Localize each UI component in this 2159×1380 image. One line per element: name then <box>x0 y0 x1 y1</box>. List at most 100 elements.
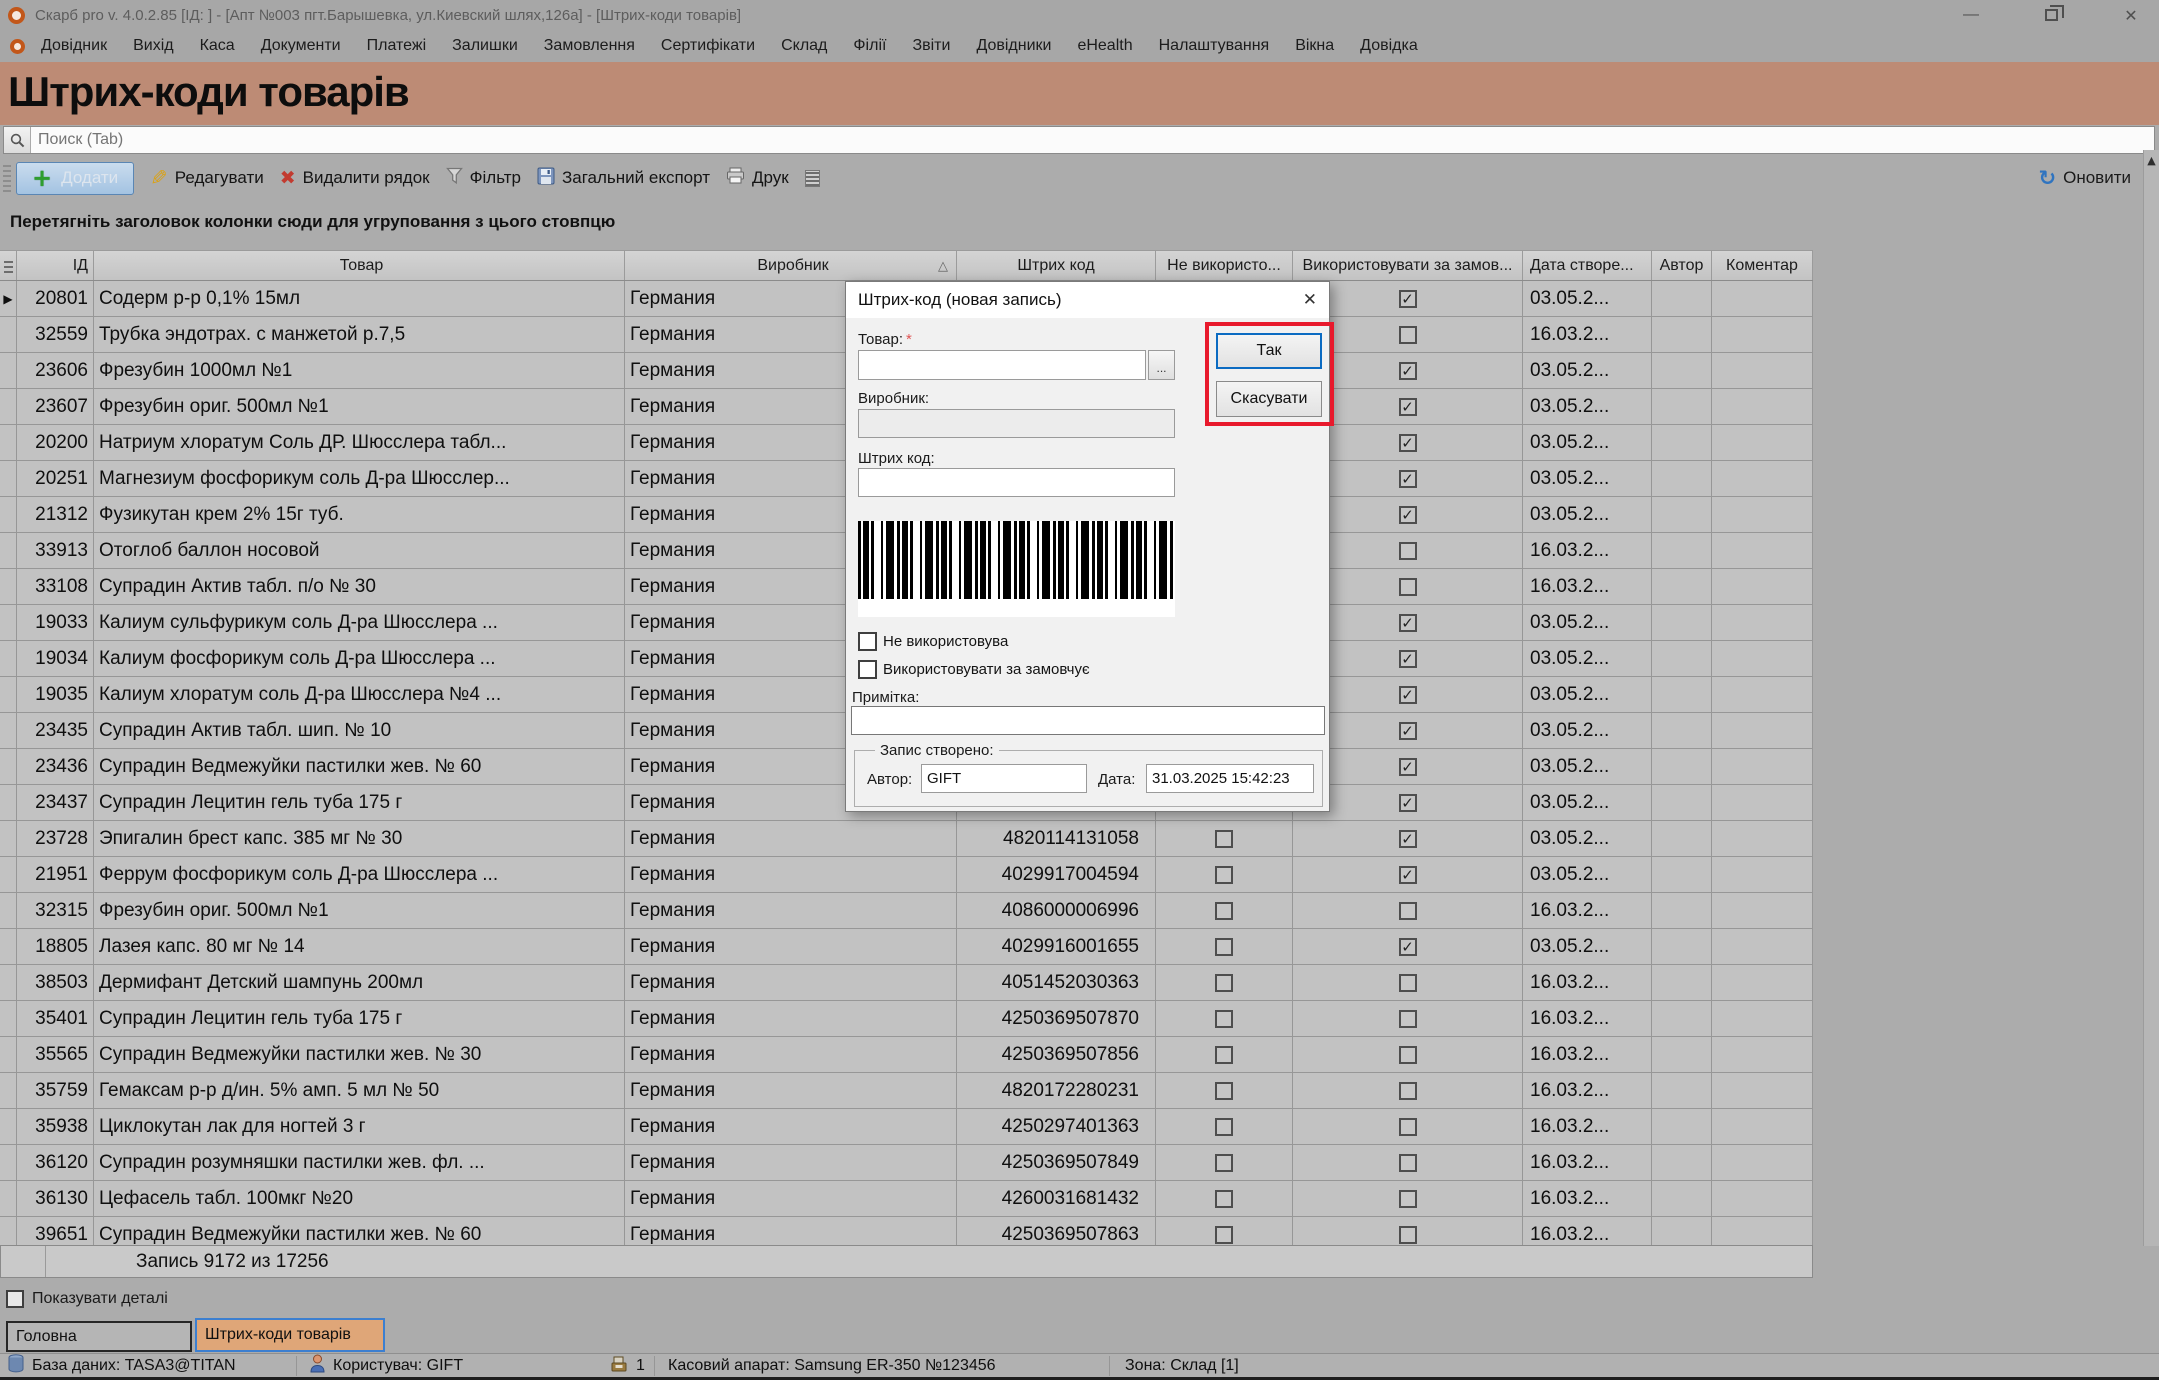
use-default-checkbox[interactable] <box>1399 1154 1417 1172</box>
column-header-use-default[interactable]: Використовувати за замов... <box>1293 251 1523 280</box>
table-row[interactable]: 38503 Дермифант Детский шампунь 200мл Ге… <box>0 965 1813 1001</box>
use-default-checkbox[interactable] <box>1399 398 1417 416</box>
not-used-dialog-checkbox[interactable]: Не використовува <box>858 632 1008 651</box>
menu-item-1[interactable]: Довідник <box>41 37 107 55</box>
tab-home[interactable]: Головна <box>6 1321 192 1352</box>
search-input[interactable] <box>31 128 2154 152</box>
menu-item-11[interactable]: Звіти <box>912 37 950 55</box>
delete-row-button[interactable]: ✖ Видалити рядок <box>280 167 430 189</box>
use-default-checkbox[interactable] <box>1399 1190 1417 1208</box>
table-row[interactable]: 32315 Фрезубин ориг. 500мл №1 Германия 4… <box>0 893 1813 929</box>
date-input[interactable] <box>1146 764 1314 793</box>
menu-item-13[interactable]: eHealth <box>1077 37 1132 55</box>
use-default-checkbox[interactable] <box>1399 902 1417 920</box>
dialog-close-icon[interactable]: ✕ <box>1303 290 1317 310</box>
menu-item-4[interactable]: Документи <box>261 37 341 55</box>
tab-product-barcodes[interactable]: Штрих-коди товарів <box>195 1318 385 1352</box>
product-input[interactable] <box>858 350 1146 380</box>
refresh-button[interactable]: ↻ Оновити <box>2039 158 2132 198</box>
not-used-checkbox[interactable] <box>1215 830 1233 848</box>
not-used-checkbox[interactable] <box>1215 1010 1233 1028</box>
use-default-checkbox[interactable] <box>1399 326 1417 344</box>
column-header-barcode[interactable]: Штрих код <box>957 251 1156 280</box>
edit-button[interactable]: ✎ Редагувати <box>150 166 264 190</box>
column-header-not-used[interactable]: Не використо... <box>1156 251 1293 280</box>
close-button[interactable]: ✕ <box>2117 4 2145 26</box>
menu-item-10[interactable]: Філії <box>853 37 886 55</box>
table-row[interactable]: 35401 Супрадин Лецитин гель туба 175 г Г… <box>0 1001 1813 1037</box>
use-default-checkbox[interactable] <box>1399 1046 1417 1064</box>
menu-item-5[interactable]: Платежі <box>367 37 427 55</box>
barcode-input[interactable] <box>858 468 1175 497</box>
use-default-checkbox[interactable] <box>1399 614 1417 632</box>
table-row[interactable]: 36130 Цефасель табл. 100мкг №20 Германия… <box>0 1181 1813 1217</box>
use-default-checkbox[interactable] <box>1399 686 1417 704</box>
not-used-checkbox[interactable] <box>1215 1190 1233 1208</box>
use-default-checkbox[interactable] <box>1399 542 1417 560</box>
table-row[interactable]: 39651 Супрадин Ведмежуйки пастилки жев. … <box>0 1217 1813 1245</box>
menu-item-15[interactable]: Вікна <box>1295 37 1334 55</box>
menu-item-7[interactable]: Замовлення <box>544 37 635 55</box>
column-header-manufacturer[interactable]: Виробник△ <box>625 251 957 280</box>
menu-item-14[interactable]: Налаштування <box>1159 37 1270 55</box>
use-default-checkbox[interactable] <box>1399 506 1417 524</box>
menu-item-3[interactable]: Каса <box>200 37 235 55</box>
table-row[interactable]: 18805 Лазея капс. 80 мг № 14 Германия 40… <box>0 929 1813 965</box>
author-input[interactable] <box>921 764 1087 793</box>
note-input[interactable] <box>851 706 1325 735</box>
table-row[interactable]: 21951 Феррум фосфорикум соль Д-ра Шюссле… <box>0 857 1813 893</box>
menu-item-16[interactable]: Довідка <box>1360 37 1418 55</box>
use-default-checkbox[interactable] <box>1399 866 1417 884</box>
use-default-checkbox[interactable] <box>1399 1226 1417 1244</box>
use-default-checkbox[interactable] <box>1399 938 1417 956</box>
export-button[interactable]: Загальний експорт <box>537 167 710 190</box>
not-used-checkbox[interactable] <box>1215 1226 1233 1244</box>
menu-item-2[interactable]: Вихід <box>133 37 174 55</box>
use-default-dialog-checkbox[interactable]: Використовувати за замовчує <box>858 660 1090 679</box>
show-details-checkbox[interactable]: Показувати деталі <box>6 1290 168 1308</box>
toolbar-grip[interactable] <box>3 164 11 192</box>
use-default-checkbox[interactable] <box>1399 758 1417 776</box>
use-default-checkbox[interactable] <box>1399 974 1417 992</box>
filter-button[interactable]: Фільтр <box>446 167 521 190</box>
restore-button[interactable] <box>2037 4 2065 26</box>
column-chooser-header[interactable] <box>0 251 17 280</box>
column-header-id[interactable]: ІД <box>17 251 94 280</box>
use-default-checkbox[interactable] <box>1399 722 1417 740</box>
table-row[interactable]: 35759 Гемаксам р-р д/ин. 5% амп. 5 мл № … <box>0 1073 1813 1109</box>
column-header-author[interactable]: Автор <box>1652 251 1712 280</box>
not-used-checkbox[interactable] <box>1215 974 1233 992</box>
use-default-checkbox[interactable] <box>1399 1082 1417 1100</box>
use-default-checkbox[interactable] <box>1399 470 1417 488</box>
not-used-checkbox[interactable] <box>1215 938 1233 956</box>
not-used-checkbox[interactable] <box>1215 1154 1233 1172</box>
add-button[interactable]: + Додати <box>16 162 134 195</box>
ok-button[interactable]: Так <box>1216 333 1322 369</box>
print-button[interactable]: Друк <box>726 167 789 189</box>
minimize-button[interactable]: — <box>1957 4 1985 26</box>
menu-item-6[interactable]: Залишки <box>452 37 518 55</box>
use-default-checkbox[interactable] <box>1399 650 1417 668</box>
column-header-comment[interactable]: Коментар <box>1712 251 1813 280</box>
vertical-scrollbar[interactable]: ▲ <box>2143 150 2159 1246</box>
use-default-checkbox[interactable] <box>1399 578 1417 596</box>
not-used-checkbox[interactable] <box>1215 902 1233 920</box>
not-used-checkbox[interactable] <box>1215 1082 1233 1100</box>
not-used-checkbox[interactable] <box>1215 1118 1233 1136</box>
column-header-created[interactable]: Дата створе... <box>1523 251 1652 280</box>
product-lookup-button[interactable]: ... <box>1148 350 1175 380</box>
column-list-icon[interactable] <box>805 170 820 187</box>
not-used-checkbox[interactable] <box>1215 866 1233 884</box>
use-default-checkbox[interactable] <box>1399 794 1417 812</box>
use-default-checkbox[interactable] <box>1399 1118 1417 1136</box>
table-row[interactable]: 35565 Супрадин Ведмежуйки пастилки жев. … <box>0 1037 1813 1073</box>
menu-item-8[interactable]: Сертифікати <box>661 37 755 55</box>
menu-item-9[interactable]: Склад <box>781 37 827 55</box>
table-row[interactable]: 36120 Супрадин розумняшки пастилки жев. … <box>0 1145 1813 1181</box>
use-default-checkbox[interactable] <box>1399 290 1417 308</box>
table-row[interactable]: 35938 Циклокутан лак для ногтей 3 г Герм… <box>0 1109 1813 1145</box>
table-row[interactable]: 23728 Эпигалин брест капс. 385 мг № 30 Г… <box>0 821 1813 857</box>
not-used-checkbox[interactable] <box>1215 1046 1233 1064</box>
menu-item-12[interactable]: Довідники <box>976 37 1051 55</box>
use-default-checkbox[interactable] <box>1399 362 1417 380</box>
